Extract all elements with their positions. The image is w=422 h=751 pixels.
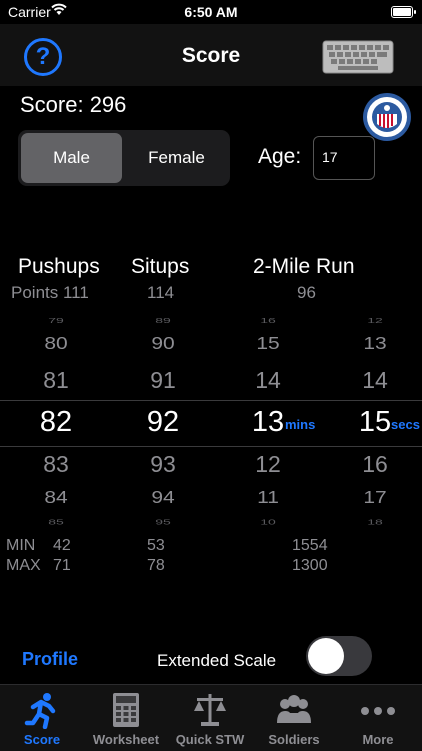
keyboard-icon[interactable]	[322, 40, 394, 74]
run-min: 1554	[292, 537, 328, 554]
picker-value-mins[interactable]: 12	[238, 451, 298, 478]
picker-value-secs[interactable]: 12	[345, 316, 405, 325]
calculator-icon	[113, 693, 139, 727]
status-bar: Carrier 6:50 AM	[0, 0, 422, 24]
tab-score-label: Score	[23, 732, 61, 747]
picker-value-situps[interactable]: 94	[133, 488, 193, 508]
min-label: MIN	[6, 537, 36, 554]
picker-value-mins[interactable]: 16	[238, 316, 298, 325]
tab-quick-stw[interactable]: Quick STW	[168, 685, 252, 751]
tab-more[interactable]: More	[336, 685, 420, 751]
picker-value-pushups[interactable]: 83	[26, 451, 86, 478]
picker-value-mins[interactable]: 15	[238, 334, 298, 354]
battery-icon	[391, 6, 416, 18]
situps-header: Situps	[131, 255, 190, 278]
situps-max: 78	[147, 557, 165, 574]
pushups-points: Points 111	[11, 283, 89, 302]
picker-value-pushups[interactable]: 85	[26, 518, 86, 527]
picker-value-mins[interactable]: 11	[238, 488, 298, 508]
picker-value-situps[interactable]: 91	[133, 367, 193, 394]
picker-value-situps[interactable]: 93	[133, 451, 193, 478]
picker-value-secs[interactable]: 14	[345, 367, 405, 394]
runner-icon	[24, 693, 56, 729]
picker-value-mins[interactable]: 10	[238, 518, 298, 527]
age-input[interactable]: 17	[313, 136, 375, 180]
more-dots-icon	[361, 707, 395, 715]
extended-scale-toggle[interactable]	[306, 636, 372, 676]
picker-value-secs[interactable]: 13	[345, 334, 405, 354]
situps-points: 114	[147, 283, 175, 302]
picker-selected-situps[interactable]: 92	[133, 406, 193, 439]
tab-more-label: More	[362, 732, 394, 747]
picker-value-pushups[interactable]: 79	[26, 316, 86, 325]
tab-score[interactable]: Score	[0, 685, 84, 751]
tab-worksheet[interactable]: Worksheet	[84, 685, 168, 751]
extended-scale-label: Extended Scale	[157, 651, 277, 670]
score-picker[interactable]: 79 80 81 82 83 84 85 89 90 91 92 93 94 95 16 15 14 13 12 11…	[0, 306, 422, 538]
segment-female[interactable]: Female	[126, 133, 227, 183]
gender-segmented-control: Male Female	[18, 130, 230, 186]
segment-male[interactable]: Male	[21, 133, 122, 183]
run-points: 96	[297, 283, 316, 302]
pushups-max: 71	[53, 557, 71, 574]
profile-button[interactable]: Profile	[22, 649, 78, 670]
max-label: MAX	[6, 557, 41, 574]
picker-value-situps[interactable]: 95	[133, 518, 193, 527]
group-icon	[277, 695, 311, 723]
tab-soldiers-label: Soldiers	[268, 732, 320, 747]
picker-value-pushups[interactable]: 84	[26, 488, 86, 508]
physical-fitness-badge-icon	[363, 93, 411, 141]
picker-value-situps[interactable]: 90	[133, 334, 193, 354]
pushups-header: Pushups	[18, 255, 100, 278]
run-max: 1300	[292, 557, 328, 574]
picker-value-secs[interactable]: 17	[345, 488, 405, 508]
age-label: Age:	[258, 145, 302, 168]
tab-worksheet-label: Worksheet	[92, 732, 160, 747]
tab-soldiers[interactable]: Soldiers	[252, 685, 336, 751]
picker-value-pushups[interactable]: 80	[26, 334, 86, 354]
clock: 6:50 AM	[184, 4, 238, 20]
picker-value-situps[interactable]: 89	[133, 316, 193, 325]
picker-selected-pushups[interactable]: 82	[26, 406, 86, 439]
picker-value-secs[interactable]: 18	[345, 518, 405, 527]
tab-bar: Score Worksheet Quick STW Soldiers More	[0, 684, 422, 751]
run-header: 2-Mile Run	[253, 255, 355, 278]
scales-icon	[194, 694, 226, 726]
pushups-min: 42	[53, 537, 71, 554]
toggle-knob	[308, 638, 344, 674]
situps-min: 53	[147, 537, 165, 554]
picker-value-pushups[interactable]: 81	[26, 367, 86, 394]
tab-quick-stw-label: Quick STW	[175, 732, 245, 747]
secs-unit-label: secs	[391, 417, 420, 432]
picker-value-secs[interactable]: 16	[345, 451, 405, 478]
picker-value-mins[interactable]: 14	[238, 367, 298, 394]
score-total: Score: 296	[20, 92, 127, 117]
mins-unit-label: mins	[285, 417, 316, 432]
